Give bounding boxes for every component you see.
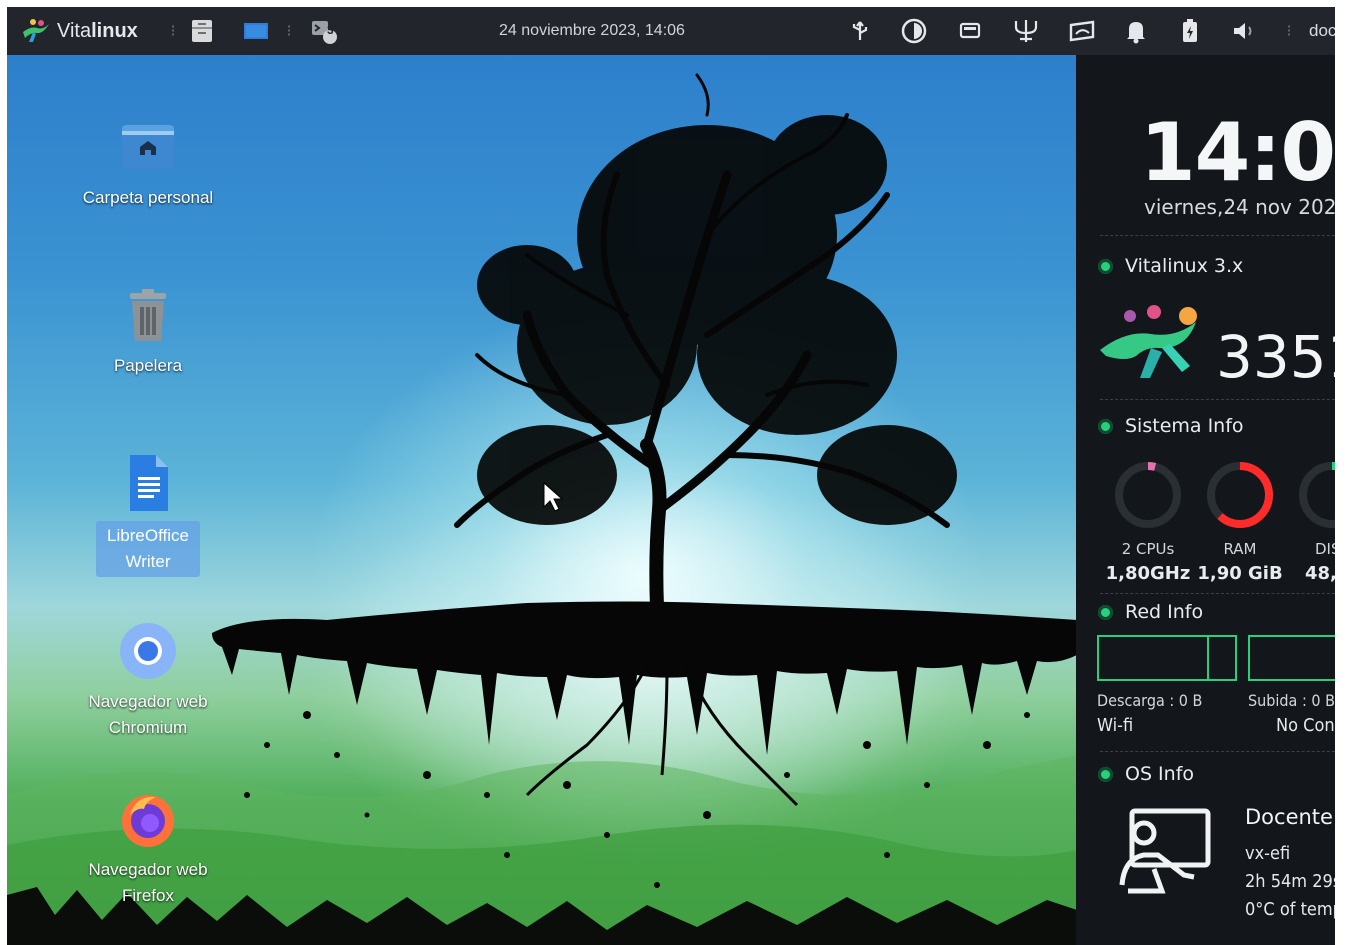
gauge-label-cpu: 2 CPUs <box>1121 540 1175 558</box>
desktop-icon-label: Carpeta personal <box>82 188 214 207</box>
teacher-board-icon <box>1119 808 1211 894</box>
desktop-icon-firefox[interactable]: Navegador web Firefox <box>73 787 223 909</box>
firefox-icon <box>122 795 174 847</box>
desktop-icon-home-folder[interactable]: Carpeta personal <box>73 115 223 211</box>
file-manager-launcher[interactable] <box>187 7 217 55</box>
screen: Vita linux ⁝ ⁝ 3 24 noviembre 2023, 14:0… <box>7 7 1335 945</box>
network-interface: Wi-fi <box>1097 715 1134 736</box>
user-menu[interactable]: doc <box>1309 7 1335 55</box>
gauge-value-ram: 1,90 GiB <box>1197 563 1283 584</box>
conky-time: 14:06 <box>1140 106 1335 199</box>
chromium-icon <box>120 623 176 679</box>
panel-clock[interactable]: 24 noviembre 2023, 14:06 <box>427 7 757 55</box>
panel-separator: ⁝ <box>1286 23 1292 40</box>
screen-icon[interactable] <box>955 7 985 55</box>
terminal-badge: 3 <box>327 23 334 37</box>
section-os: OS Info <box>1098 763 1194 785</box>
status-dot-icon <box>1098 604 1113 620</box>
bell-icon[interactable] <box>1121 7 1151 55</box>
desktop-icon-label: Papelera <box>113 356 183 375</box>
upload-label: Subida : 0 B <box>1248 691 1335 710</box>
brand-regular: Vita <box>57 19 92 42</box>
vitalinux-runner-logo-icon <box>1100 305 1197 378</box>
status-dot-icon <box>1098 418 1113 434</box>
vitalinux-menu-button[interactable]: Vita linux <box>21 7 161 55</box>
panel-separator: ⁝ <box>170 23 176 40</box>
desktop-icon-libreoffice-writer[interactable]: LibreOffice Writer <box>73 451 223 577</box>
home-folder-icon <box>122 125 174 169</box>
workspace-switcher[interactable] <box>241 7 271 55</box>
gauge-value-disk: 48,4 <box>1305 563 1335 584</box>
brand-bold: linux <box>91 19 138 42</box>
section-vitalinux: Vitalinux 3.x <box>1098 255 1243 277</box>
conky-system-monitor: 14:06 viernes,24 nov 2023 Vitalinux 3.x … <box>1076 55 1335 945</box>
status-dot-icon <box>1098 258 1113 274</box>
volume-icon[interactable] <box>1229 7 1259 55</box>
section-rule <box>1100 751 1335 752</box>
desktop-icon-label: Navegador web Firefox <box>88 860 208 905</box>
top-panel: Vita linux ⁝ ⁝ 3 24 noviembre 2023, 14:0… <box>7 7 1335 55</box>
theme-icon[interactable] <box>899 7 929 55</box>
section-title: Red Info <box>1125 601 1204 623</box>
vitalinux-number: 3351 <box>1216 323 1335 391</box>
file-cabinet-icon <box>192 20 212 42</box>
writer-document-icon <box>130 455 168 511</box>
gauge-value-cpu: 1,80GHz <box>1105 563 1191 584</box>
battery-icon[interactable] <box>1175 7 1205 55</box>
gauge-label-disk: DIS <box>1315 540 1335 558</box>
network-trident-icon[interactable] <box>1009 7 1043 55</box>
gauge-track <box>1299 462 1335 528</box>
section-rule <box>1100 235 1335 236</box>
os-host: vx-efi <box>1245 843 1291 864</box>
desktop-icon-chromium[interactable]: Navegador web Chromium <box>73 619 223 741</box>
os-temperature: 0°C of temp <box>1245 899 1335 920</box>
desktop-icon-trash[interactable]: Papelera <box>73 283 223 379</box>
panel-separator: ⁝ <box>286 23 292 40</box>
desktop[interactable]: Carpeta personal Papelera LibreOffice Wr… <box>7 55 1335 945</box>
section-title: OS Info <box>1125 763 1195 785</box>
status-dot-icon <box>1098 766 1113 782</box>
section-rule <box>1100 399 1335 400</box>
os-user: Docente <box>1245 805 1333 829</box>
gauge-label-ram: RAM <box>1223 540 1257 558</box>
section-title: Vitalinux 3.x <box>1125 255 1244 277</box>
conky-date: viernes,24 nov 2023 <box>1144 195 1335 219</box>
section-title: Sistema Info <box>1125 415 1244 437</box>
trash-icon <box>130 289 166 341</box>
download-label: Descarga : 0 B <box>1097 691 1203 710</box>
download-graph <box>1097 635 1237 681</box>
vitalinux-logo-icon <box>23 19 49 42</box>
desktop-icon-label: Navegador web Chromium <box>88 692 208 737</box>
network-status: No Con <box>1276 715 1335 736</box>
section-red: Red Info <box>1098 601 1203 623</box>
desktop-icon-label: LibreOffice Writer <box>96 521 200 577</box>
os-uptime: 2h 54m 29s <box>1245 871 1335 892</box>
workspace-icon <box>244 23 268 39</box>
monitor-icon[interactable] <box>1065 7 1099 55</box>
terminal-launcher[interactable]: 3 <box>307 7 341 55</box>
section-rule <box>1100 593 1335 594</box>
section-sistema: Sistema Info <box>1098 415 1244 437</box>
upload-graph <box>1248 635 1335 681</box>
usb-icon[interactable] <box>845 7 875 55</box>
gauge-track <box>1115 462 1181 528</box>
